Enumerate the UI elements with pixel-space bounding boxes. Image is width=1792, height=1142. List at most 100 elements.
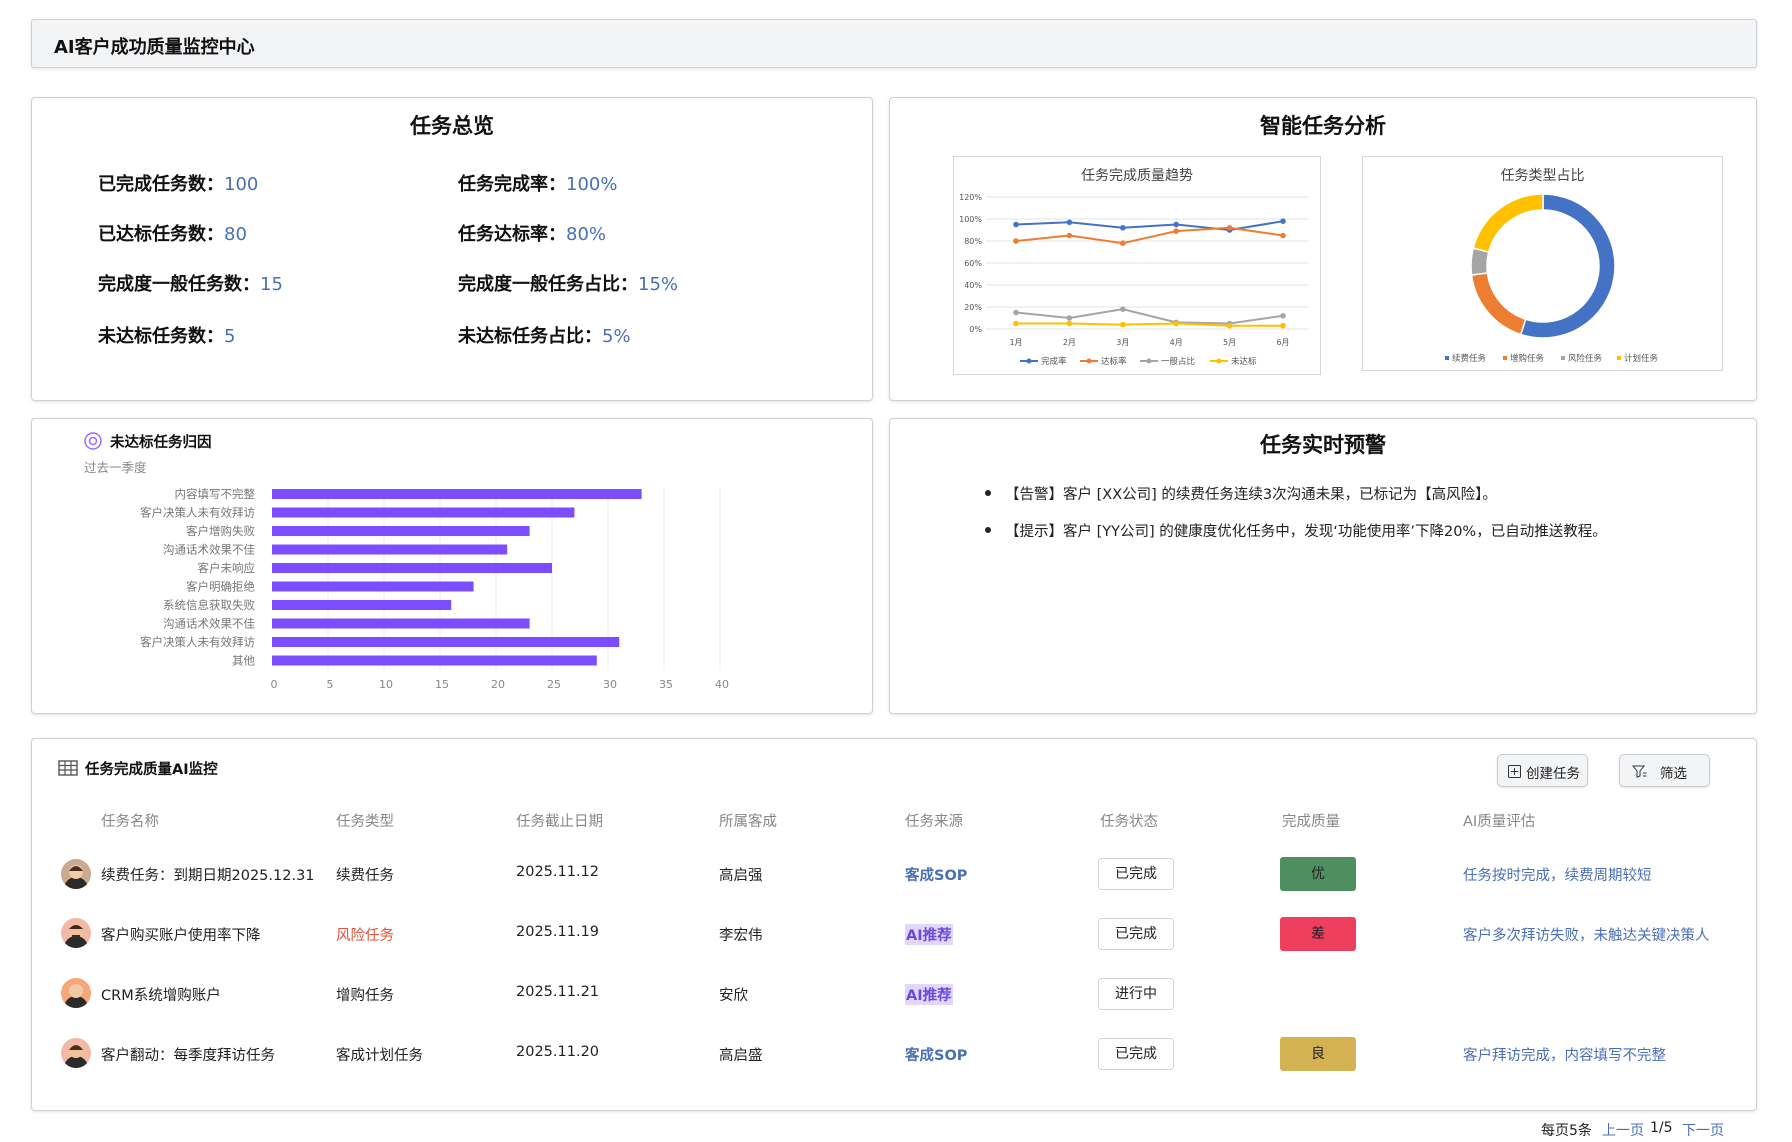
data-point bbox=[1280, 313, 1286, 319]
y-tick-label: 80% bbox=[964, 237, 982, 246]
create-task-label: 创建任务 bbox=[1526, 766, 1580, 782]
table-row[interactable]: 续费任务：到期日期2025.12.31 续费任务 2025.11.12 高启强 … bbox=[31, 850, 1757, 900]
stat-average-count: 完成度一般任务数：15 bbox=[98, 274, 283, 295]
legend-swatch bbox=[1561, 356, 1565, 360]
next-page-link[interactable]: 下一页 bbox=[1682, 1120, 1724, 1140]
category-label: 客户未响应 bbox=[198, 561, 256, 575]
col-header: 任务状态 bbox=[1100, 814, 1158, 830]
task-owner: 高启强 bbox=[719, 868, 763, 884]
legend-swatch bbox=[1617, 356, 1621, 360]
pager-size[interactable]: 每页5条 bbox=[1541, 1120, 1592, 1140]
stat-average-ratio: 完成度一般任务占比：15% bbox=[458, 274, 679, 295]
filter-label: 筛选 bbox=[1660, 766, 1687, 782]
x-tick-label: 3月 bbox=[1116, 338, 1129, 347]
data-point bbox=[1280, 232, 1286, 239]
donut-slice bbox=[1470, 272, 1527, 336]
series-line bbox=[1015, 308, 1284, 325]
data-point bbox=[1120, 321, 1126, 328]
data-point bbox=[1120, 240, 1126, 246]
trend-chart-svg: 0% 20% 40% 60% 80% 100% 120% 1月 2月 3月 4月 5月 6月完成率 达标率… bbox=[959, 193, 1308, 367]
bar bbox=[272, 526, 530, 536]
x-tick-label: 4月 bbox=[1170, 338, 1183, 347]
analysis-title: 智能任务分析 bbox=[1260, 114, 1386, 138]
overview-title: 任务总览 bbox=[410, 114, 494, 138]
task-name: CRM系统增购账户 bbox=[101, 988, 221, 1004]
x-tick-label: 1月 bbox=[1009, 338, 1022, 347]
task-owner: 高启盛 bbox=[719, 1048, 763, 1064]
quality-badge: 良 bbox=[1280, 1037, 1356, 1071]
task-type: 风险任务 bbox=[336, 928, 394, 944]
legend-label: 未达标 bbox=[1231, 356, 1257, 367]
data-point bbox=[1226, 225, 1233, 231]
data-point bbox=[1120, 225, 1126, 231]
task-type: 续费任务 bbox=[336, 868, 394, 884]
avatar bbox=[61, 859, 91, 889]
x-tick-label: 25 bbox=[547, 678, 561, 691]
col-header: 任务截止日期 bbox=[516, 814, 603, 830]
bar bbox=[272, 600, 452, 610]
stat-failed-ratio: 未达标任务占比：5% bbox=[458, 326, 631, 347]
overview-panel: 任务总览 已完成任务数：100 任务完成率：100% 已达标任务数：80 任务达… bbox=[31, 97, 873, 401]
avatar bbox=[61, 918, 91, 948]
x-tick-label: 40 bbox=[715, 678, 729, 691]
task-name: 客户购买账户使用率下降 bbox=[101, 928, 261, 944]
data-point bbox=[1013, 309, 1019, 316]
category-label: 其他 bbox=[232, 654, 255, 668]
col-header: 完成质量 bbox=[1282, 814, 1340, 830]
legend-marker bbox=[1216, 358, 1222, 364]
alert-item: 【告警】客户 [XX公司] 的续费任务连续3次沟通未果，已标记为【高风险】。 bbox=[985, 483, 1497, 504]
x-tick-label: 10 bbox=[379, 678, 393, 691]
y-tick-label: 60% bbox=[964, 259, 982, 268]
category-label: 客户决策人未有效拜访 bbox=[140, 506, 255, 520]
legend-label: 计划任务 bbox=[1624, 353, 1659, 364]
table-icon bbox=[58, 760, 78, 776]
task-date: 2025.11.20 bbox=[516, 1044, 600, 1060]
data-point bbox=[1280, 322, 1286, 329]
legend-label: 达标率 bbox=[1101, 356, 1127, 367]
data-point bbox=[1066, 315, 1073, 321]
filter-button[interactable]: 筛选 bbox=[1619, 754, 1710, 787]
bar bbox=[272, 637, 620, 647]
trend-chart: 任务完成质量趋势 0% 20% 40% 60% 80% 100% 120% 1月 2月 3月 4月 5… bbox=[953, 156, 1321, 375]
filter-icon bbox=[1632, 765, 1647, 778]
analysis-panel: 智能任务分析 任务完成质量趋势 0% 20% 40% 60% 80% 100% 120% 1月… bbox=[889, 97, 1757, 401]
avatar bbox=[61, 1038, 91, 1068]
series-line bbox=[1015, 220, 1284, 232]
x-tick-label: 6月 bbox=[1276, 338, 1289, 347]
status-badge[interactable]: 已完成 bbox=[1098, 1038, 1174, 1070]
bar bbox=[272, 581, 474, 592]
data-point bbox=[1173, 228, 1179, 234]
y-tick-label: 20% bbox=[964, 303, 982, 312]
task-source[interactable]: AI推荐 bbox=[905, 984, 953, 1005]
series-line bbox=[1016, 322, 1283, 327]
task-source[interactable]: 客成SOP bbox=[905, 1044, 967, 1065]
legend-label: 一般占比 bbox=[1161, 356, 1195, 367]
data-point bbox=[1120, 306, 1126, 312]
col-header: 任务名称 bbox=[101, 814, 159, 830]
bar bbox=[272, 618, 530, 629]
status-badge[interactable]: 已完成 bbox=[1098, 918, 1174, 950]
y-tick-label: 120% bbox=[959, 193, 982, 202]
create-task-button[interactable]: 创建任务 bbox=[1497, 754, 1588, 787]
table-row[interactable]: 客户翻动：每季度拜访任务 客成计划任务 2025.11.20 高启盛 客成SOP… bbox=[31, 1030, 1757, 1080]
x-tick-label: 20 bbox=[491, 678, 505, 691]
task-date: 2025.11.12 bbox=[516, 864, 600, 880]
alert-item: 【提示】客户 [YY公司] 的健康度优化任务中，发现‘功能使用率’下降20%，已… bbox=[985, 520, 1607, 541]
alerts-panel: 任务实时预警 【告警】客户 [XX公司] 的续费任务连续3次沟通未果，已标记为【… bbox=[889, 418, 1757, 714]
status-badge[interactable]: 已完成 bbox=[1098, 858, 1174, 890]
col-header: 所属客成 bbox=[719, 814, 777, 830]
task-date: 2025.11.21 bbox=[516, 984, 600, 1000]
table-row[interactable]: 客户购买账户使用率下降 风险任务 2025.11.19 李宏伟 AI推荐 已完成… bbox=[31, 910, 1757, 960]
prev-page-link[interactable]: 上一页 bbox=[1602, 1120, 1644, 1140]
col-header: AI质量评估 bbox=[1463, 814, 1536, 830]
data-point bbox=[1280, 218, 1286, 224]
app-title: AI客户成功质量监控中心 bbox=[54, 37, 255, 58]
task-source[interactable]: AI推荐 bbox=[905, 924, 953, 945]
x-tick-label: 2月 bbox=[1063, 338, 1076, 347]
bar bbox=[272, 544, 508, 555]
monitor-title: 任务完成质量AI监控 bbox=[85, 762, 218, 778]
data-point bbox=[1066, 232, 1073, 239]
status-badge[interactable]: 进行中 bbox=[1098, 978, 1174, 1010]
task-source[interactable]: 客成SOP bbox=[905, 864, 967, 885]
table-row[interactable]: CRM系统增购账户 增购任务 2025.11.21 安欣 AI推荐 进行中 bbox=[31, 970, 1757, 1020]
